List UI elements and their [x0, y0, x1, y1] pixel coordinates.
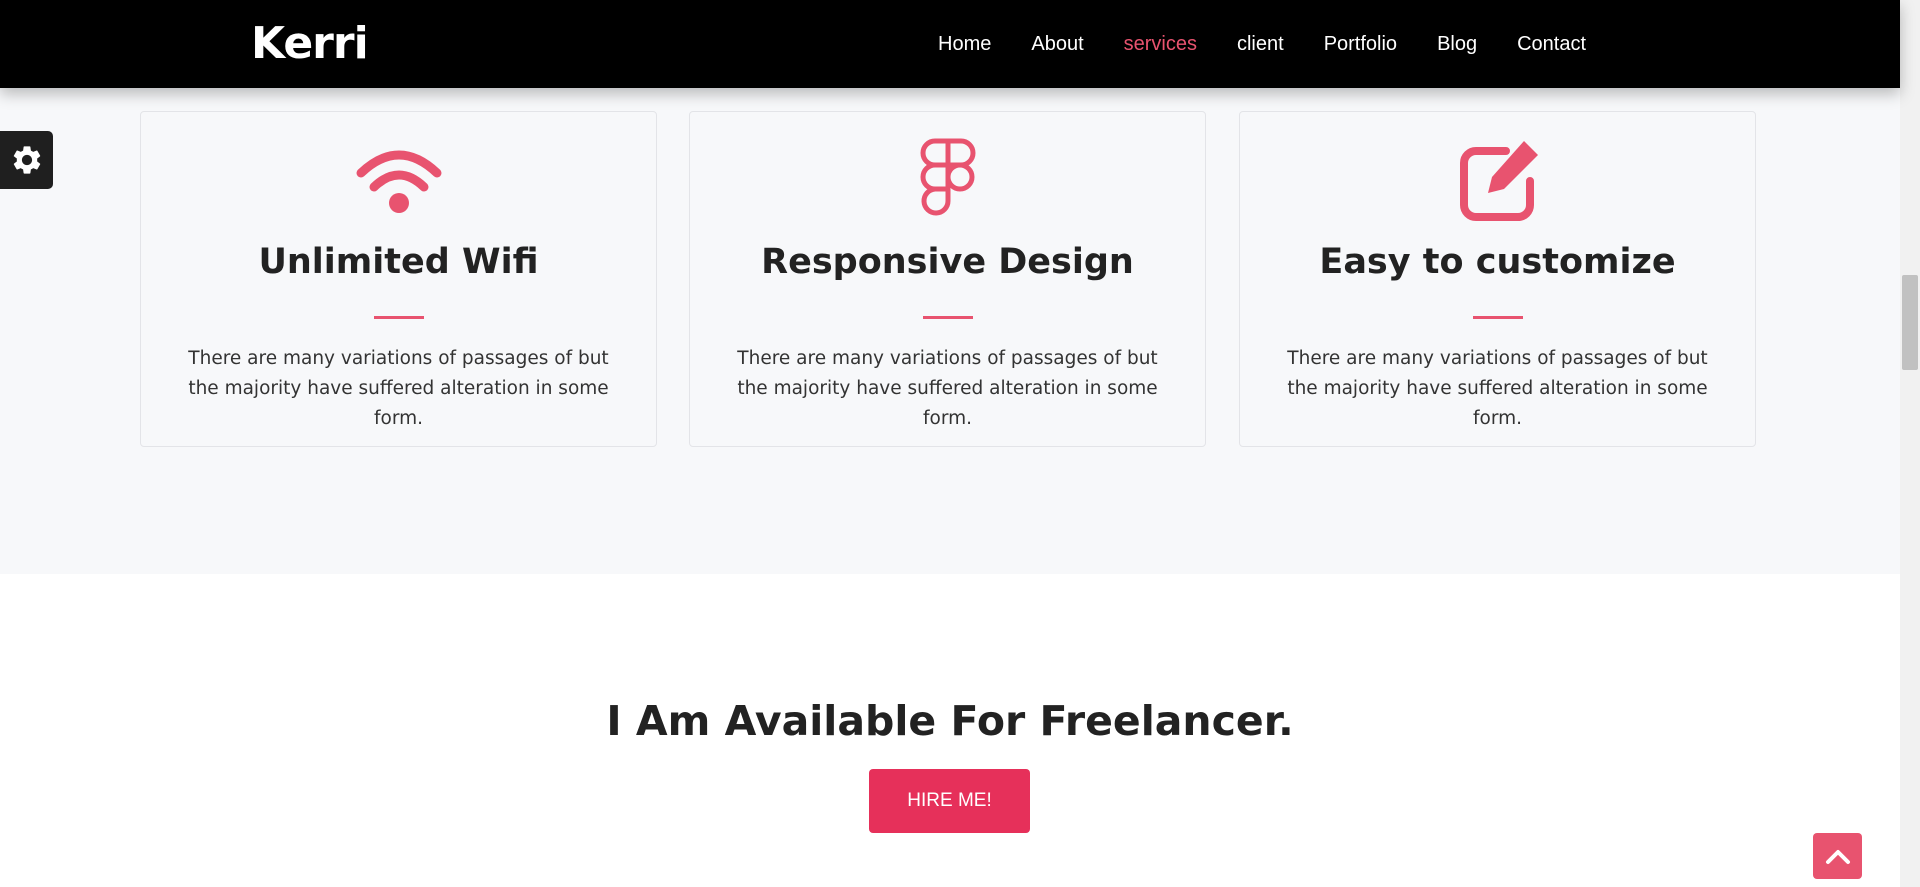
- nav-item-blog[interactable]: Blog: [1417, 33, 1497, 56]
- hire-me-button[interactable]: HIRE ME!: [869, 769, 1030, 833]
- service-title: Responsive Design: [761, 242, 1134, 282]
- scroll-to-top-button[interactable]: [1813, 833, 1862, 879]
- settings-toggle[interactable]: [0, 131, 53, 189]
- wifi-icon: [356, 150, 441, 213]
- nav-item-contact[interactable]: Contact: [1497, 33, 1606, 56]
- page-scrollbar[interactable]: [1900, 0, 1920, 887]
- nav-item-about[interactable]: About: [1011, 33, 1103, 56]
- service-title: Easy to customize: [1319, 242, 1676, 282]
- service-card-customize: Easy to customize There are many variati…: [1239, 111, 1756, 447]
- service-description: There are many variations of passages of…: [1287, 348, 1708, 429]
- main-nav: Home About services client Portfolio Blo…: [918, 0, 1606, 88]
- nav-item-home[interactable]: Home: [918, 33, 1011, 56]
- service-description: There are many variations of passages of…: [737, 348, 1158, 429]
- nav-item-client[interactable]: client: [1217, 33, 1304, 56]
- service-card-responsive: Responsive Design There are many variati…: [689, 111, 1206, 447]
- nav-item-portfolio[interactable]: Portfolio: [1304, 33, 1417, 56]
- service-title: Unlimited Wifi: [258, 242, 539, 282]
- service-description: There are many variations of passages of…: [188, 348, 609, 429]
- nav-item-services[interactable]: services: [1104, 33, 1217, 56]
- services-section: Unlimited Wifi There are many variations…: [0, 88, 1900, 574]
- navbar: Kerri Home About services client Portfol…: [0, 0, 1900, 88]
- scrollbar-thumb[interactable]: [1902, 275, 1918, 370]
- site-logo[interactable]: Kerri: [251, 16, 369, 72]
- figma-icon: [920, 138, 975, 216]
- page: Kerri Home About services client Portfol…: [0, 0, 1920, 887]
- title-divider: [1472, 316, 1523, 319]
- edit-icon: [1459, 141, 1538, 221]
- chevron-up-icon: [1825, 850, 1850, 864]
- gear-icon: [13, 146, 40, 174]
- title-divider: [922, 316, 973, 319]
- freelancer-heading: I Am Available For Freelancer.: [606, 697, 1294, 745]
- title-divider: [373, 316, 424, 319]
- service-card-wifi: Unlimited Wifi There are many variations…: [140, 111, 657, 447]
